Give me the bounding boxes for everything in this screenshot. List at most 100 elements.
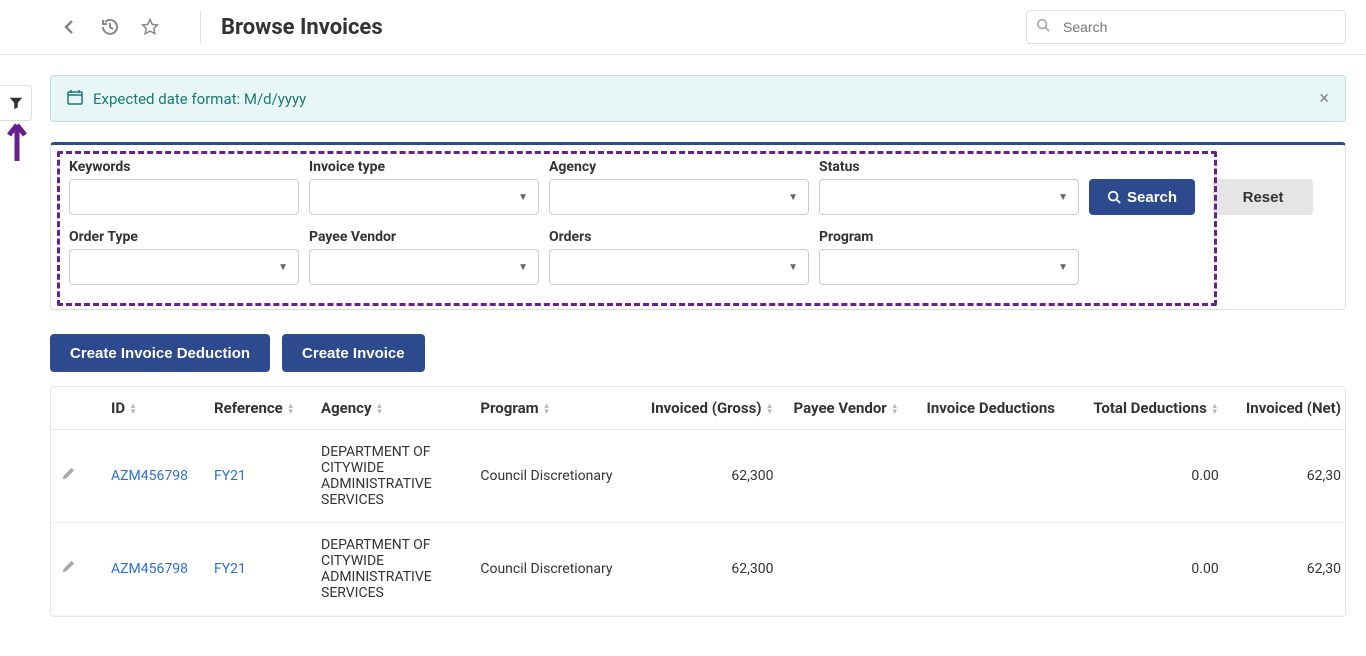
sort-icon: ▲▼ <box>1211 403 1219 415</box>
reset-button[interactable]: Reset <box>1213 179 1313 215</box>
edit-icon[interactable] <box>61 469 75 485</box>
cell-invoiced-gross: 62,300 <box>632 523 784 616</box>
action-bar: Create Invoice Deduction Create Invoice <box>50 334 1346 372</box>
cell-total-deductions: 0.00 <box>1074 523 1228 616</box>
sort-icon: ▲▼ <box>543 403 551 415</box>
search-icon <box>1107 190 1121 204</box>
col-payee-vendor[interactable]: Payee Vendor▲▼ <box>784 387 917 430</box>
col-total-deductions[interactable]: Total Deductions▲▼ <box>1074 387 1228 430</box>
create-invoice-deduction-button[interactable]: Create Invoice Deduction <box>50 334 270 372</box>
filter-panel: Keywords Invoice type ▼ Agency ▼ Status … <box>50 142 1346 310</box>
filter-icon <box>9 96 23 110</box>
chevron-down-icon: ▼ <box>518 262 528 273</box>
content: Expected date format: M/d/yyyy × Keyword… <box>0 55 1366 637</box>
status-label: Status <box>819 159 1079 175</box>
invoice-type-label: Invoice type <box>309 159 539 175</box>
cell-invoiced-net: 62,30 <box>1229 430 1346 523</box>
payee-vendor-select[interactable]: ▼ <box>309 249 539 285</box>
orders-label: Orders <box>549 229 809 245</box>
invoice-id-link[interactable]: AZM456798 <box>111 468 188 484</box>
sort-icon: ▲▼ <box>287 403 295 415</box>
page-header: Browse Invoices <box>0 0 1366 55</box>
col-invoiced-net[interactable]: Invoiced (Net) <box>1229 387 1346 430</box>
page-title: Browse Invoices <box>221 15 383 40</box>
search-icon <box>1036 18 1050 36</box>
search-input[interactable] <box>1026 10 1346 44</box>
order-type-field: Order Type ▼ <box>69 229 299 285</box>
order-type-select[interactable]: ▼ <box>69 249 299 285</box>
reference-link[interactable]: FY21 <box>214 468 246 484</box>
chevron-down-icon: ▼ <box>278 262 288 273</box>
orders-field: Orders ▼ <box>549 229 809 285</box>
chevron-down-icon: ▼ <box>518 192 528 203</box>
orders-select[interactable]: ▼ <box>549 249 809 285</box>
global-search <box>1026 10 1346 44</box>
date-format-banner: Expected date format: M/d/yyyy × <box>50 75 1346 122</box>
close-icon[interactable]: × <box>1319 88 1329 109</box>
cell-total-deductions: 0.00 <box>1074 430 1228 523</box>
cell-invoice-deductions <box>917 430 1075 523</box>
col-agency[interactable]: Agency▲▼ <box>311 387 470 430</box>
sort-icon: ▲▼ <box>129 403 137 415</box>
create-invoice-button[interactable]: Create Invoice <box>282 334 425 372</box>
program-select[interactable]: ▼ <box>819 249 1079 285</box>
agency-field: Agency ▼ <box>549 159 809 215</box>
sort-icon: ▲▼ <box>376 403 384 415</box>
status-select[interactable]: ▼ <box>819 179 1079 215</box>
agency-select[interactable]: ▼ <box>549 179 809 215</box>
cell-agency: DEPARTMENT OF CITYWIDE ADMINISTRATIVE SE… <box>311 523 470 616</box>
cell-agency: DEPARTMENT OF CITYWIDE ADMINISTRATIVE SE… <box>311 430 470 523</box>
cell-payee-vendor <box>784 523 917 616</box>
payee-vendor-label: Payee Vendor <box>309 229 539 245</box>
keywords-field: Keywords <box>69 159 299 215</box>
search-button[interactable]: Search <box>1089 179 1195 215</box>
calendar-icon <box>67 89 83 109</box>
cell-payee-vendor <box>784 430 917 523</box>
reference-link[interactable]: FY21 <box>214 561 246 577</box>
program-label: Program <box>819 229 1079 245</box>
cell-program: Council Discretionary <box>470 430 632 523</box>
chevron-down-icon: ▼ <box>788 262 798 273</box>
cell-invoiced-net: 62,30 <box>1229 523 1346 616</box>
reset-button-label: Reset <box>1243 189 1284 206</box>
filter-row-2: Order Type ▼ Payee Vendor ▼ Orders ▼ Pro… <box>69 229 1327 285</box>
col-invoiced-gross[interactable]: Invoiced (Gross)▲▼ <box>632 387 784 430</box>
chevron-down-icon: ▼ <box>1058 262 1068 273</box>
filter-row-1: Keywords Invoice type ▼ Agency ▼ Status … <box>69 159 1327 215</box>
star-icon[interactable] <box>140 17 160 37</box>
invoice-id-link[interactable]: AZM456798 <box>111 561 188 577</box>
edit-icon[interactable] <box>61 562 75 578</box>
sort-icon: ▲▼ <box>766 403 774 415</box>
search-button-label: Search <box>1127 189 1177 206</box>
payee-vendor-field: Payee Vendor ▼ <box>309 229 539 285</box>
table-row: AZM456798 FY21 DEPARTMENT OF CITYWIDE AD… <box>51 523 1346 616</box>
col-id[interactable]: ID▲▼ <box>101 387 204 430</box>
back-icon[interactable] <box>60 17 80 37</box>
keywords-input[interactable] <box>69 179 299 215</box>
status-field: Status ▼ <box>819 159 1079 215</box>
cell-invoiced-gross: 62,300 <box>632 430 784 523</box>
invoice-type-select[interactable]: ▼ <box>309 179 539 215</box>
sort-icon: ▲▼ <box>891 403 899 415</box>
filter-toggle-tab[interactable] <box>0 85 32 121</box>
divider <box>200 11 201 43</box>
history-icon[interactable] <box>100 17 120 37</box>
invoice-type-field: Invoice type ▼ <box>309 159 539 215</box>
cell-invoice-deductions <box>917 523 1075 616</box>
program-field: Program ▼ <box>819 229 1079 285</box>
annotation-arrow-icon <box>6 123 28 167</box>
order-type-label: Order Type <box>69 229 299 245</box>
col-invoice-deductions[interactable]: Invoice Deductions <box>917 387 1075 430</box>
invoice-table: ID▲▼ Reference▲▼ Agency▲▼ Program▲▼ Invo… <box>51 387 1346 616</box>
chevron-down-icon: ▼ <box>788 192 798 203</box>
agency-label: Agency <box>549 159 809 175</box>
header-icon-group <box>20 17 180 37</box>
col-program[interactable]: Program▲▼ <box>470 387 632 430</box>
cell-program: Council Discretionary <box>470 523 632 616</box>
banner-text: Expected date format: M/d/yyyy <box>93 90 306 108</box>
invoice-table-wrapper: ID▲▼ Reference▲▼ Agency▲▼ Program▲▼ Invo… <box>50 386 1346 617</box>
table-row: AZM456798 FY21 DEPARTMENT OF CITYWIDE AD… <box>51 430 1346 523</box>
keywords-label: Keywords <box>69 159 299 175</box>
chevron-down-icon: ▼ <box>1058 192 1068 203</box>
col-reference[interactable]: Reference▲▼ <box>204 387 311 430</box>
